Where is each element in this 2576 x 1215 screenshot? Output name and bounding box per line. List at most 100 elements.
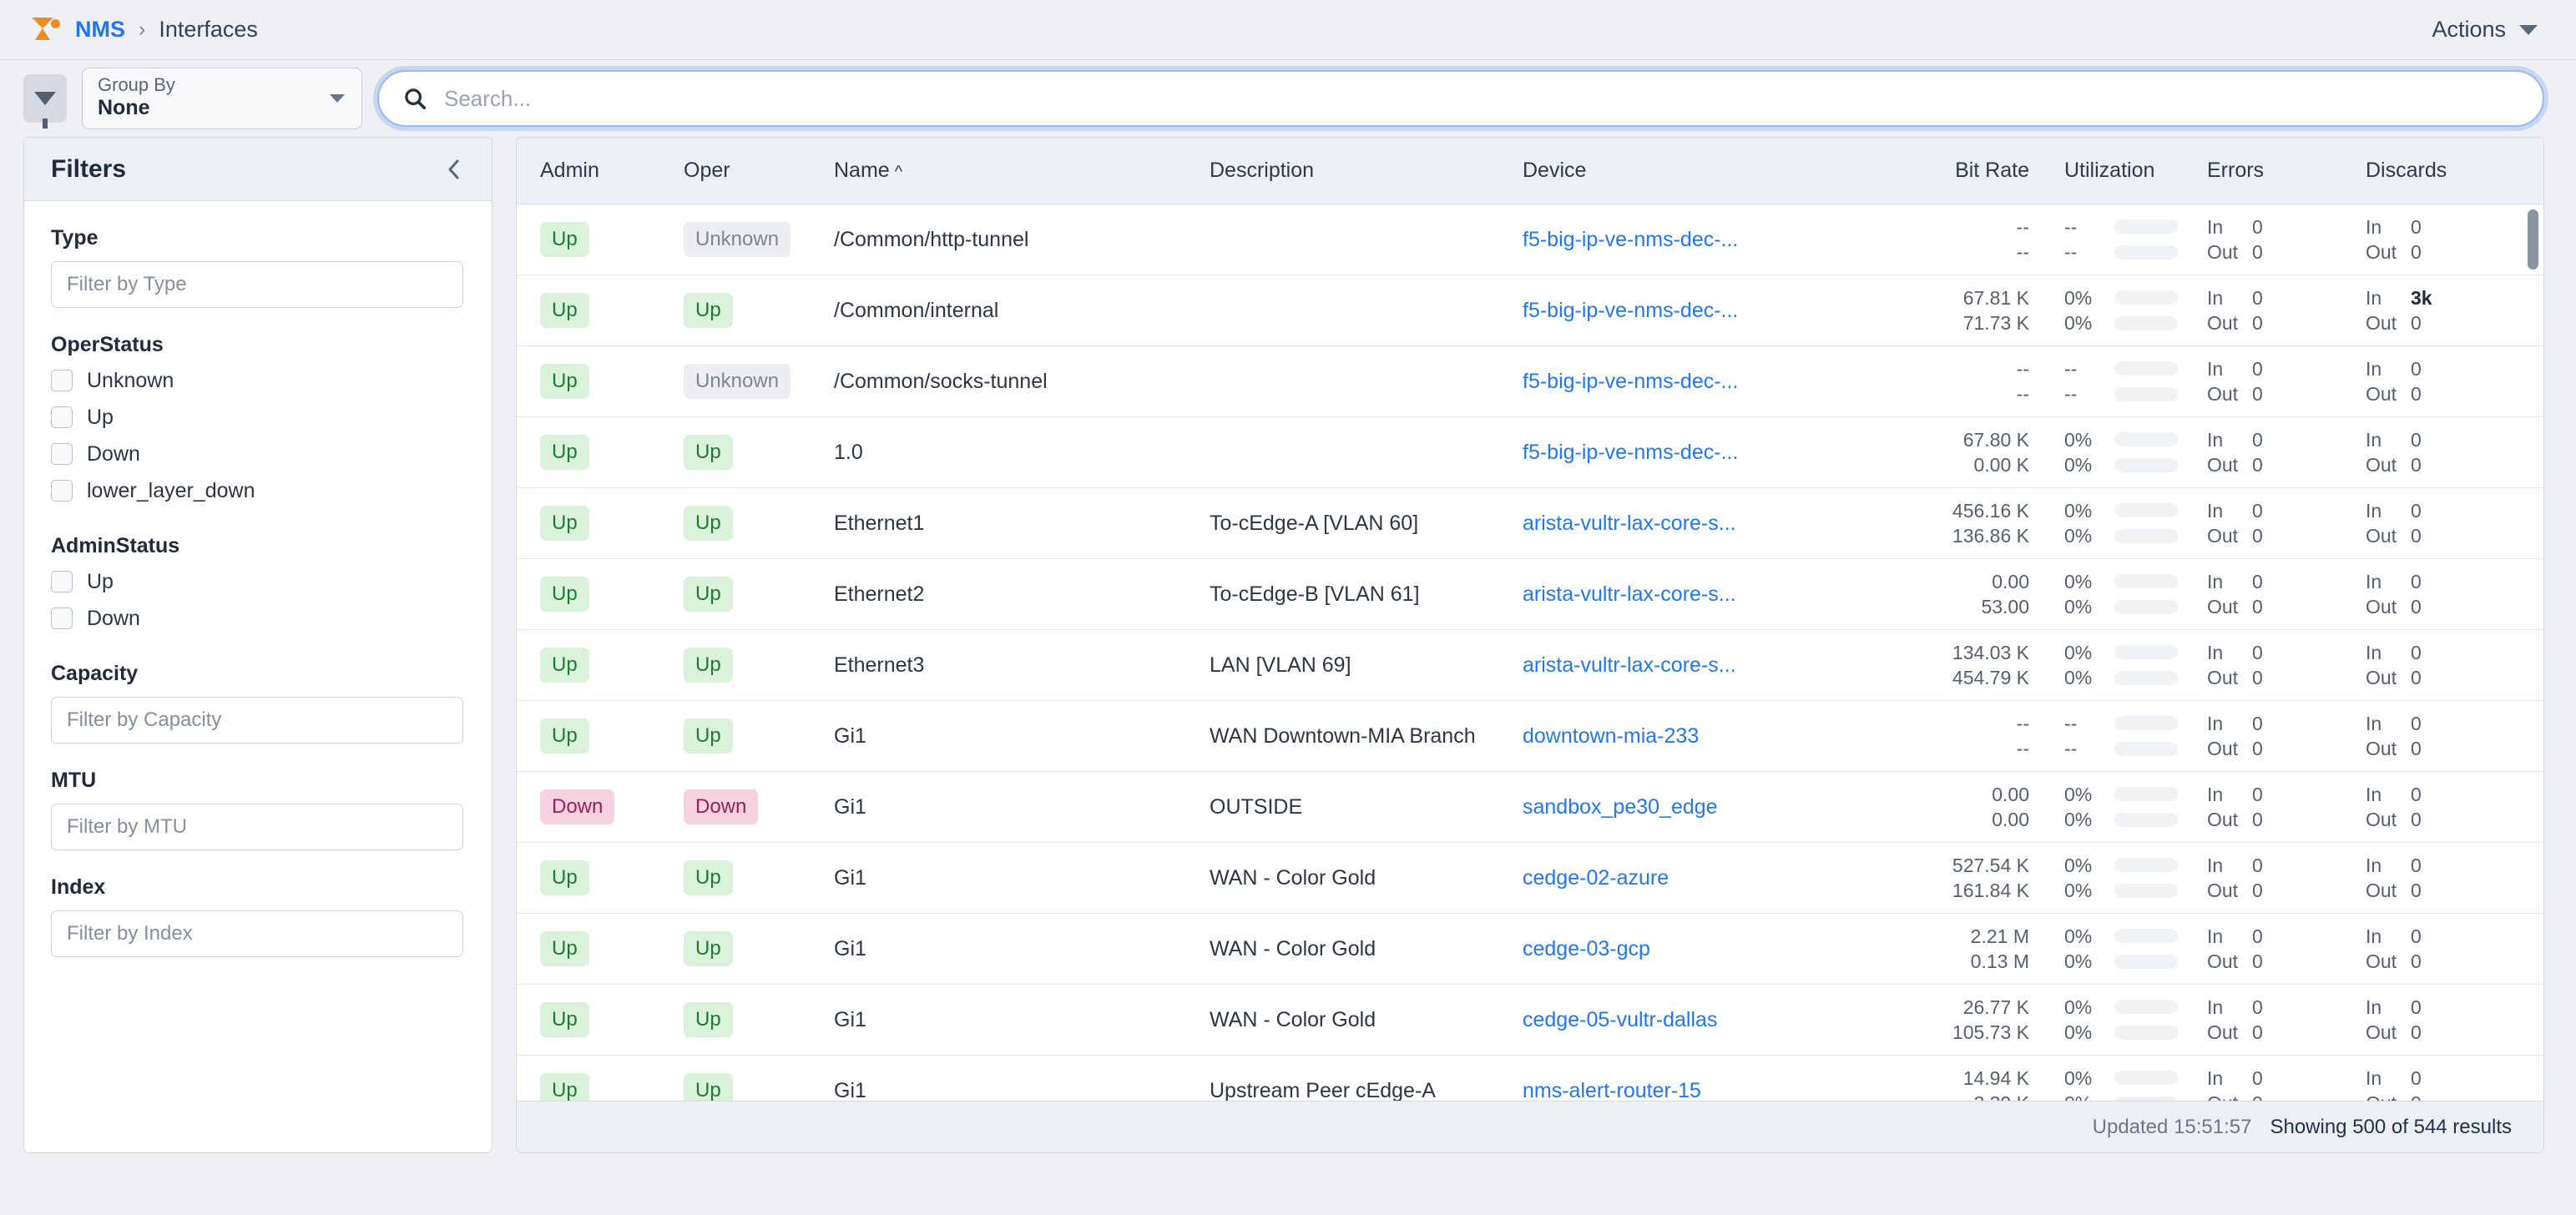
search-input[interactable]: [444, 86, 2519, 112]
utilization-out-bar: [2114, 316, 2178, 330]
column-header-utilization[interactable]: Utilization: [2044, 159, 2207, 183]
filter-oper-status-up[interactable]: Up: [51, 399, 463, 436]
cell-errors: In0Out0: [2207, 285, 2366, 336]
discards-out-label: Out: [2366, 1020, 2411, 1045]
table-row[interactable]: UpUp/Common/internalf5-big-ip-ve-nms-dec…: [517, 275, 2543, 346]
filter-option-label: Down: [87, 442, 140, 466]
discards-out-value: 0: [2411, 807, 2422, 832]
column-header-discards[interactable]: Discards: [2366, 159, 2544, 183]
device-link[interactable]: arista-vultr-lax-core-s...: [1523, 653, 1856, 678]
group-by-select[interactable]: Group By None: [82, 68, 362, 129]
device-link[interactable]: f5-big-ip-ve-nms-dec-...: [1523, 370, 1856, 394]
cell-utilization: 0%0%: [2044, 1066, 2207, 1101]
discards-out-value: 0: [2411, 1020, 2422, 1045]
table-row[interactable]: UpUpGi1WAN Downtown-MIA Branchdowntown-m…: [517, 701, 2543, 772]
table-row[interactable]: UpUpEthernet2To-cEdge-B [VLAN 61]arista-…: [517, 559, 2543, 630]
column-header-oper[interactable]: Oper: [684, 159, 834, 183]
filter-oper-status-down[interactable]: Down: [51, 436, 463, 472]
cell-admin-status: Up: [517, 293, 684, 328]
errors-in-label: In: [2207, 1066, 2252, 1091]
chevron-down-icon: [330, 94, 345, 103]
cell-bit-rate: 14.94 K3.39 K: [1856, 1066, 2044, 1101]
device-link[interactable]: downtown-mia-233: [1523, 724, 1856, 749]
last-updated-text: Updated 15:51:57: [2093, 1116, 2252, 1139]
filter-group-oper-status: OperStatus Unknown Up Down lower_layer_d…: [51, 333, 463, 509]
checkbox-icon[interactable]: [51, 480, 73, 502]
cell-discards: In0Out0: [2366, 782, 2543, 833]
status-badge: Up: [540, 931, 589, 966]
device-link[interactable]: arista-vultr-lax-core-s...: [1523, 512, 1856, 536]
table-row[interactable]: UpUnknown/Common/socks-tunnelf5-big-ip-v…: [517, 346, 2543, 417]
table-row[interactable]: DownDownGi1OUTSIDEsandbox_pe30_edge0.000…: [517, 772, 2543, 843]
table-row[interactable]: UpUpGi1WAN - Color Goldcedge-05-vultr-da…: [517, 985, 2543, 1056]
scrollbar-thumb[interactable]: [2528, 209, 2538, 270]
utilization-out-bar: [2114, 813, 2178, 827]
column-header-name[interactable]: Name^: [834, 159, 1210, 183]
bit-rate-out: 53.00: [1981, 594, 2029, 619]
table-row[interactable]: UpUnknown/Common/http-tunnelf5-big-ip-ve…: [517, 204, 2543, 275]
filter-admin-status-up[interactable]: Up: [51, 563, 463, 600]
column-header-admin[interactable]: Admin: [517, 159, 684, 183]
device-link[interactable]: cedge-02-azure: [1523, 866, 1856, 890]
discards-out-label: Out: [2366, 878, 2411, 903]
column-header-bit-rate[interactable]: Bit Rate: [1856, 159, 2044, 183]
filter-capacity-input[interactable]: [51, 697, 463, 744]
device-link[interactable]: nms-alert-router-15: [1523, 1079, 1856, 1102]
status-badge: Up: [684, 577, 733, 612]
table-row[interactable]: UpUpEthernet3LAN [VLAN 69]arista-vultr-l…: [517, 630, 2543, 701]
column-header-device[interactable]: Device: [1523, 159, 1856, 183]
device-link[interactable]: sandbox_pe30_edge: [1523, 795, 1856, 819]
status-badge: Up: [540, 860, 589, 895]
cell-device: f5-big-ip-ve-nms-dec-...: [1523, 370, 1856, 394]
filter-panel-toggle-button[interactable]: [23, 74, 67, 123]
filter-oper-status-unknown[interactable]: Unknown: [51, 362, 463, 399]
checkbox-icon[interactable]: [51, 608, 73, 629]
table-row[interactable]: UpUpGi1Upstream Peer cEdge-Anms-alert-ro…: [517, 1056, 2543, 1101]
column-header-description[interactable]: Description: [1210, 159, 1523, 183]
filter-mtu-input[interactable]: [51, 804, 463, 850]
table-row[interactable]: UpUpGi1WAN - Color Goldcedge-02-azure527…: [517, 843, 2543, 914]
collapse-filters-button[interactable]: [445, 156, 463, 183]
bit-rate-in: 134.03 K: [1952, 640, 2029, 665]
table-row[interactable]: UpUpEthernet1To-cEdge-A [VLAN 60]arista-…: [517, 488, 2543, 559]
table-row[interactable]: UpUpGi1WAN - Color Goldcedge-03-gcp2.21 …: [517, 914, 2543, 985]
cell-description: WAN - Color Gold: [1210, 866, 1523, 890]
cell-device: f5-big-ip-ve-nms-dec-...: [1523, 228, 1856, 252]
checkbox-icon[interactable]: [51, 443, 73, 465]
cell-name: 1.0: [834, 441, 1210, 465]
table-scrollbar[interactable]: [2528, 209, 2538, 1101]
utilization-out: 0%: [2064, 1020, 2103, 1045]
filter-index-input[interactable]: [51, 910, 463, 957]
errors-out-label: Out: [2207, 1020, 2252, 1045]
nms-logo-icon: [30, 16, 60, 44]
cell-bit-rate: 456.16 K136.86 K: [1856, 498, 2044, 549]
filter-icon: [34, 92, 56, 105]
filter-type-input[interactable]: [51, 261, 463, 308]
device-link[interactable]: f5-big-ip-ve-nms-dec-...: [1523, 299, 1856, 323]
checkbox-icon[interactable]: [51, 571, 73, 592]
checkbox-icon[interactable]: [51, 406, 73, 428]
utilization-out-bar: [2114, 884, 2178, 898]
errors-out-label: Out: [2207, 665, 2252, 690]
cell-oper-status: Up: [684, 931, 834, 966]
cell-description: OUTSIDE: [1210, 795, 1523, 819]
utilization-in-bar: [2114, 858, 2178, 872]
utilization-in-bar: [2114, 716, 2178, 730]
filter-oper-status-lower-layer-down[interactable]: lower_layer_down: [51, 472, 463, 509]
device-link[interactable]: cedge-05-vultr-dallas: [1523, 1008, 1856, 1032]
actions-menu-button[interactable]: Actions: [2432, 17, 2538, 43]
cell-utilization: 0%0%: [2044, 285, 2207, 336]
checkbox-icon[interactable]: [51, 370, 73, 391]
device-link[interactable]: f5-big-ip-ve-nms-dec-...: [1523, 441, 1856, 465]
device-link[interactable]: f5-big-ip-ve-nms-dec-...: [1523, 228, 1856, 252]
column-header-errors[interactable]: Errors: [2207, 159, 2366, 183]
cell-name: /Common/http-tunnel: [834, 228, 1210, 252]
breadcrumb-root-link[interactable]: NMS: [75, 17, 125, 43]
table-row[interactable]: UpUp1.0f5-big-ip-ve-nms-dec-...67.80 K0.…: [517, 417, 2543, 488]
discards-in-value: 0: [2411, 214, 2422, 239]
device-link[interactable]: cedge-03-gcp: [1523, 937, 1856, 961]
search-box[interactable]: [377, 70, 2544, 127]
filter-admin-status-down[interactable]: Down: [51, 600, 463, 637]
utilization-in: 0%: [2064, 1066, 2103, 1091]
device-link[interactable]: arista-vultr-lax-core-s...: [1523, 582, 1856, 607]
